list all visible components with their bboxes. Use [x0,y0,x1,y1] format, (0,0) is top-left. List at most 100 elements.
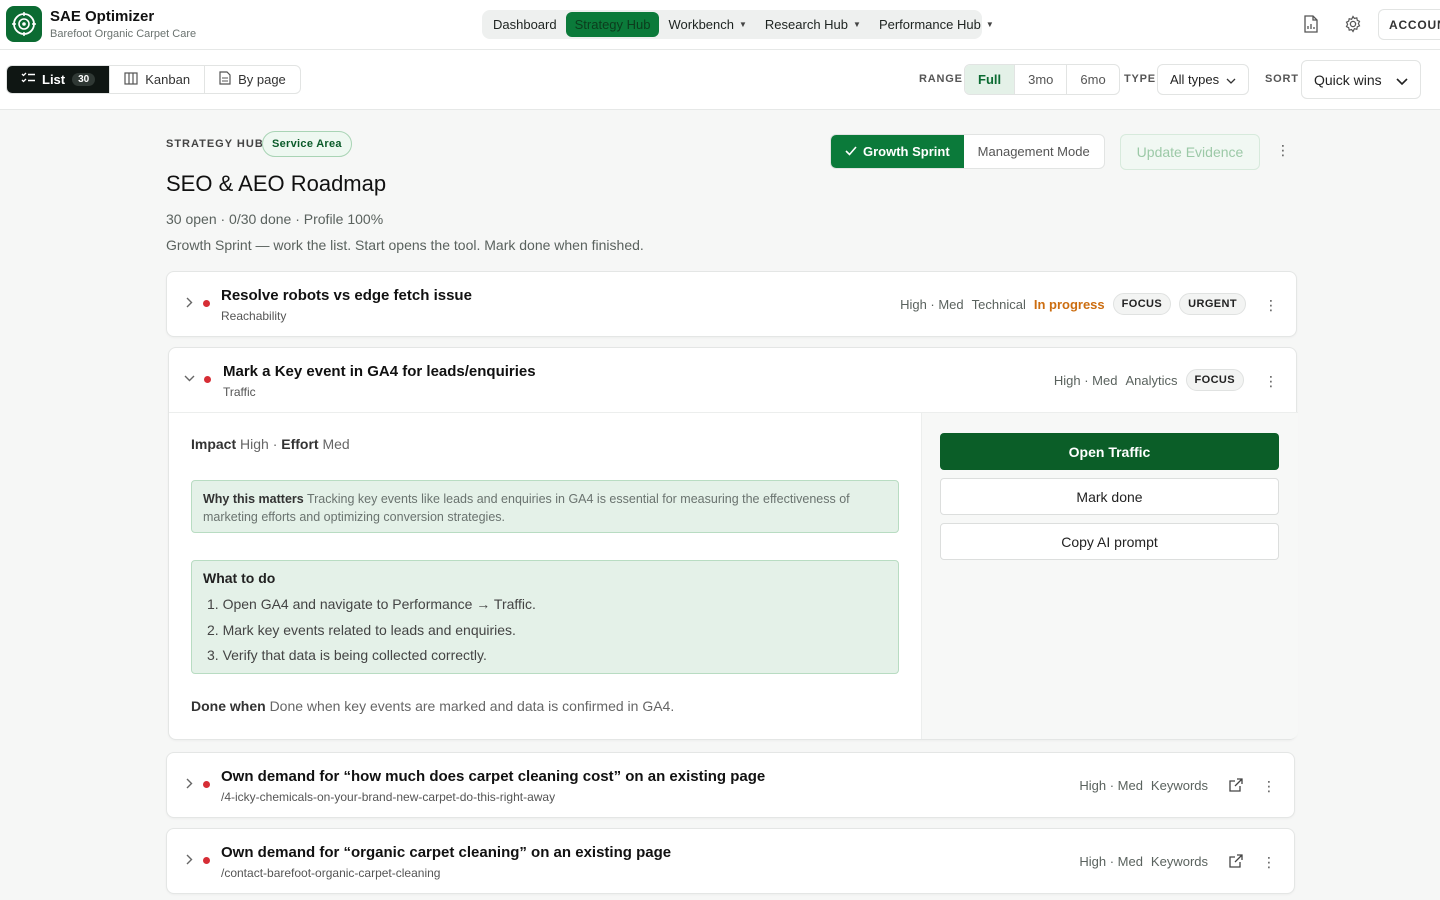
more-options-icon[interactable]: ⋮ [1262,372,1280,390]
task-category: Technical [971,296,1026,312]
task-title: Own demand for “how much does carpet cle… [221,768,766,785]
type-select[interactable]: All types [1157,64,1249,95]
task-card-expanded: Mark a Key event in GA4 for leads/enquir… [168,347,1298,740]
why-this-matters-callout: Why this matters Tracking key events lik… [191,480,899,533]
impact-effort: High · Med [1053,372,1118,388]
section-eyebrow: STRATEGY HUB [166,138,264,150]
list-count-badge: 30 [72,73,96,86]
task-title: Own demand for “organic carpet cleaning”… [221,844,672,861]
sort-label: SORT [1265,73,1299,85]
more-options-icon[interactable]: ⋮ [1262,296,1280,314]
range-3mo[interactable]: 3mo [1015,65,1068,94]
priority-dot [203,857,210,864]
impact-effort: High · Med [900,296,964,312]
gear-icon[interactable] [1343,14,1363,34]
task-meta: High · Med Keywords [1079,849,1244,873]
copy-ai-prompt-button[interactable]: Copy AI prompt [940,523,1279,560]
task-card[interactable]: Own demand for “organic carpet cleaning”… [166,828,1295,894]
nav-workbench[interactable]: Workbench ▼ [659,12,755,37]
task-category: Keywords [1150,777,1208,793]
view-switcher: List 30 Kanban By page [6,65,301,94]
focus-tag: FOCUS [1112,293,1172,315]
chevron-down-icon [1396,72,1408,88]
impact-effort-detail: Impact High · Effort Med [191,436,350,452]
task-subtitle: Traffic [223,385,256,399]
range-6mo[interactable]: 6mo [1067,65,1118,94]
todo-step: 2. Mark key events related to leads and … [207,621,516,638]
app-logo[interactable] [6,6,42,42]
report-icon[interactable] [1301,14,1321,34]
priority-dot [203,300,210,307]
task-subtitle: Reachability [221,309,287,323]
service-area-badge: Service Area [262,131,352,157]
main-nav: Dashboard Strategy Hub Workbench ▼ Resear… [482,10,994,39]
more-options-icon[interactable]: ⋮ [1260,777,1278,795]
view-list-tab[interactable]: List 30 [7,66,111,93]
more-options-icon[interactable]: ⋮ [1260,853,1278,871]
task-category: Analytics [1125,372,1178,388]
task-subtitle: /contact-barefoot-organic-carpet-cleanin… [221,866,441,880]
page-title: SEO & AEO Roadmap [166,171,387,196]
app-name: SAE Optimizer [50,8,155,25]
task-card[interactable]: Own demand for “how much does carpet cle… [166,752,1295,818]
mark-done-button[interactable]: Mark done [940,478,1279,515]
todo-step: 1. Open GA4 and navigate to Performance … [207,596,536,612]
impact-effort: High · Med [1079,777,1143,793]
growth-sprint-button[interactable]: Growth Sprint [831,135,964,168]
logo-icon [12,12,36,36]
type-label: TYPE [1124,73,1156,85]
list-icon [21,72,35,87]
caret-down-icon: ▼ [985,20,994,29]
task-meta: High · Med Keywords [1079,773,1244,797]
what-to-do-callout: What to do 1. Open GA4 and navigate to P… [191,560,899,674]
external-link-icon[interactable] [1228,853,1244,869]
progress-summary: 30 open · 0/30 done · Profile 100% [166,211,384,227]
task-title: Resolve robots vs edge fetch issue [221,287,472,304]
check-icon [845,144,857,159]
task-category: Keywords [1150,853,1208,869]
mode-switcher: Growth Sprint Management Mode [830,134,1105,169]
chevron-right-icon[interactable] [183,296,195,308]
nav-performance-hub[interactable]: Performance Hub ▼ [870,12,1003,37]
range-label: RANGE [919,73,963,85]
impact-effort: High · Med [1079,853,1143,869]
task-subtitle: /4-icky-chemicals-on-your-brand-new-carp… [221,790,556,804]
task-title: Mark a Key event in GA4 for leads/enquir… [223,363,536,380]
more-options-icon[interactable]: ⋮ [1274,141,1292,159]
update-evidence-button[interactable]: Update Evidence [1120,134,1260,170]
view-kanban-tab[interactable]: Kanban [110,66,206,93]
columns-icon [124,71,138,88]
view-toolbar: List 30 Kanban By page RANGE Full 3mo 6m… [0,50,1440,110]
mode-description: Growth Sprint — work the list. Start ope… [166,237,644,253]
nav-dashboard[interactable]: Dashboard [484,12,566,37]
sort-select[interactable]: Quick wins [1301,60,1421,99]
page-icon [219,71,231,88]
management-mode-button[interactable]: Management Mode [964,135,1104,168]
chevron-down-icon [1226,72,1236,87]
chevron-down-icon[interactable] [183,372,195,384]
view-by-page-tab[interactable]: By page [205,66,300,93]
chevron-right-icon[interactable] [183,777,195,789]
caret-down-icon: ▼ [739,20,747,29]
external-link-icon[interactable] [1228,777,1244,793]
priority-dot [203,781,210,788]
todo-step: 3. Verify that data is being collected c… [207,647,487,663]
caret-down-icon: ▼ [853,20,861,29]
task-details: Impact High · Effort Med Why this matter… [169,412,1298,739]
open-traffic-button[interactable]: Open Traffic [940,433,1279,470]
status-label: In progress [1033,296,1105,312]
account-button[interactable]: ACCOUN [1378,9,1440,40]
urgent-tag: URGENT [1179,293,1246,315]
focus-tag: FOCUS [1185,369,1244,391]
task-meta: High · Med Analytics FOCUS [1054,368,1244,392]
range-full[interactable]: Full [965,65,1016,94]
task-card[interactable]: Resolve robots vs edge fetch issue Reach… [166,271,1297,337]
client-name: Barefoot Organic Carpet Care [50,28,197,40]
task-details-main: Impact High · Effort Med Why this matter… [191,413,899,739]
nav-strategy-hub[interactable]: Strategy Hub [565,12,660,37]
range-selector: Full 3mo 6mo [964,64,1120,95]
task-actions-panel: Open Traffic Mark done Copy AI prompt [921,413,1298,739]
priority-dot [204,376,211,383]
chevron-right-icon[interactable] [183,853,195,865]
nav-research-hub[interactable]: Research Hub ▼ [756,12,870,37]
